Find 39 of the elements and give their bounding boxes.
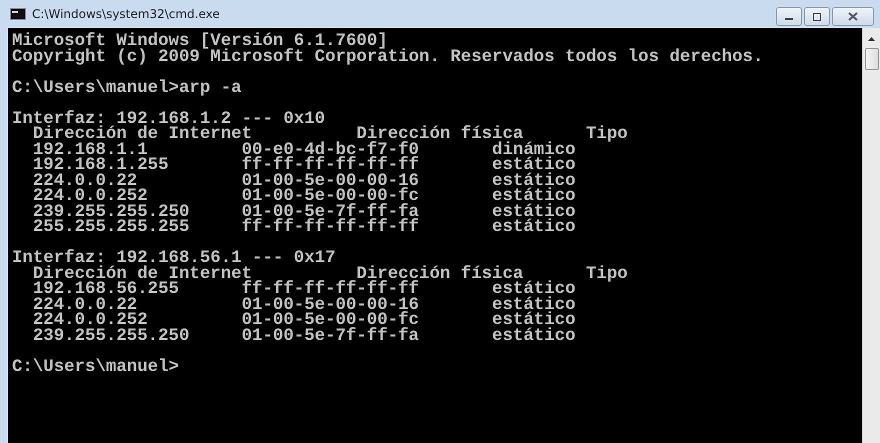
maximize-button[interactable] (804, 7, 830, 26)
ip-address: 192.168.1.255 (32, 158, 170, 174)
ip-address: 224.0.0.252 (32, 189, 148, 204)
scrollbar-thumb[interactable] (864, 48, 878, 70)
command-line: C:\Users\manuel>arp -a (12, 78, 242, 98)
column-header: Dirección física (356, 127, 524, 142)
minimize-button[interactable] (776, 7, 802, 26)
ip-address: 239.255.255.250 (32, 204, 190, 220)
entry-type: estático (492, 189, 576, 204)
mac-address: 01-00-5e-00-00-fc (242, 189, 420, 204)
entry-type: estático (492, 313, 576, 328)
mac-address: 01-00-5e-00-00-fc (242, 313, 420, 328)
close-icon (848, 12, 858, 21)
entry-type: estático (492, 158, 576, 174)
entry-type: estático (492, 220, 576, 236)
mac-address: ff-ff-ff-ff-ff-ff (242, 158, 420, 174)
column-header: Tipo (586, 266, 628, 282)
window-title: C:\Windows\system32\cmd.exe (32, 7, 220, 21)
column-header: Dirección de Internet (32, 127, 252, 142)
ip-address: 255.255.255.255 (32, 220, 190, 236)
ip-address: 192.168.1.1 (32, 142, 148, 158)
mac-address: ff-ff-ff-ff-ff-ff (242, 282, 420, 298)
entry-type: estático (492, 282, 576, 298)
maximize-icon (812, 12, 822, 20)
scrollbar[interactable] (862, 28, 880, 443)
ip-address: 239.255.255.250 (32, 328, 190, 344)
entry-type: estático (492, 328, 576, 344)
close-button[interactable] (832, 7, 874, 26)
ip-address: 224.0.0.22 (32, 298, 138, 313)
ip-address: 224.0.0.22 (32, 174, 138, 189)
ip-address: 192.168.56.255 (32, 282, 180, 298)
column-header: Tipo (586, 127, 628, 142)
console-icon (10, 8, 26, 20)
command-prompt: C:\Users\manuel> (12, 358, 179, 376)
mac-address: 01-00-5e-7f-ff-fa (242, 328, 420, 344)
scroll-up-icon[interactable] (868, 37, 875, 41)
console-line: Copyright (c) 2009 Microsoft Corporation. Reservados todos los derechos. (12, 48, 764, 66)
mac-address: ff-ff-ff-ff-ff-ff (242, 220, 420, 236)
ip-address: 224.0.0.252 (32, 313, 148, 328)
